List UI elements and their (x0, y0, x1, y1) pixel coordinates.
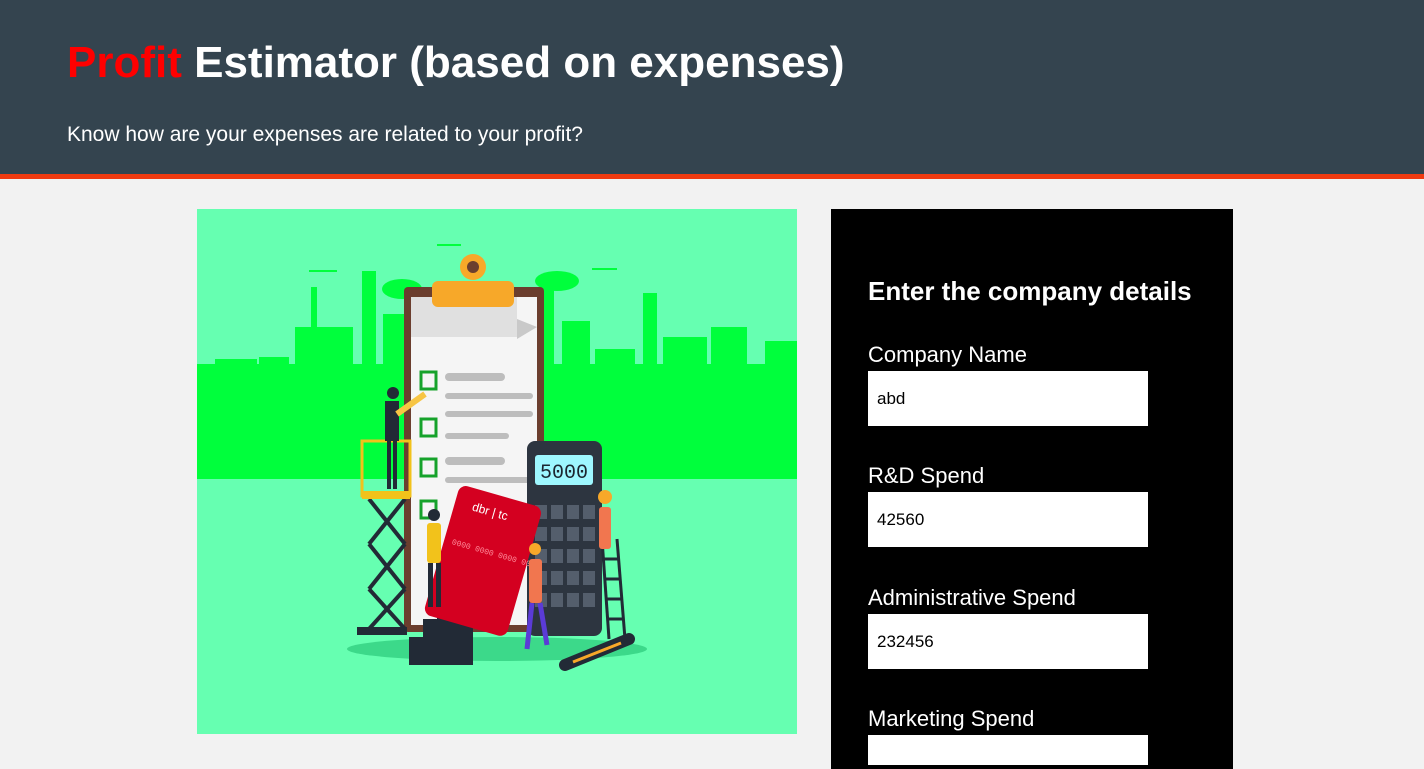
calculator-display: 5000 (540, 462, 588, 485)
company-details-panel: Enter the company details Company Name R… (831, 209, 1233, 769)
page-title: Profit Estimator (based on expenses) (67, 36, 845, 90)
page-header: Profit Estimator (based on expenses) Kno… (0, 0, 1424, 179)
panel-heading: Enter the company details (868, 276, 1192, 306)
ladder (598, 490, 627, 640)
marketing-spend-label: Marketing Spend (868, 706, 1035, 731)
administrative-spend-input[interactable] (868, 614, 1148, 669)
rnd-spend-label: R&D Spend (868, 463, 985, 488)
page-subtitle: Know how are your expenses are related t… (67, 123, 583, 146)
company-name-input[interactable] (868, 371, 1148, 426)
title-rest: Estimator (based on expenses) (181, 38, 845, 87)
rnd-spend-input[interactable] (868, 492, 1148, 547)
title-accent: Profit (67, 38, 182, 87)
marketing-spend-input[interactable] (868, 735, 1148, 765)
administrative-spend-label: Administrative Spend (868, 585, 1076, 610)
expenses-illustration: 5000 dbr | tc 0000 0000 0000 0000 (197, 209, 797, 734)
company-name-label: Company Name (868, 342, 1027, 367)
illustration-graphic: 5000 dbr | tc 0000 0000 0000 0000 (197, 244, 797, 671)
